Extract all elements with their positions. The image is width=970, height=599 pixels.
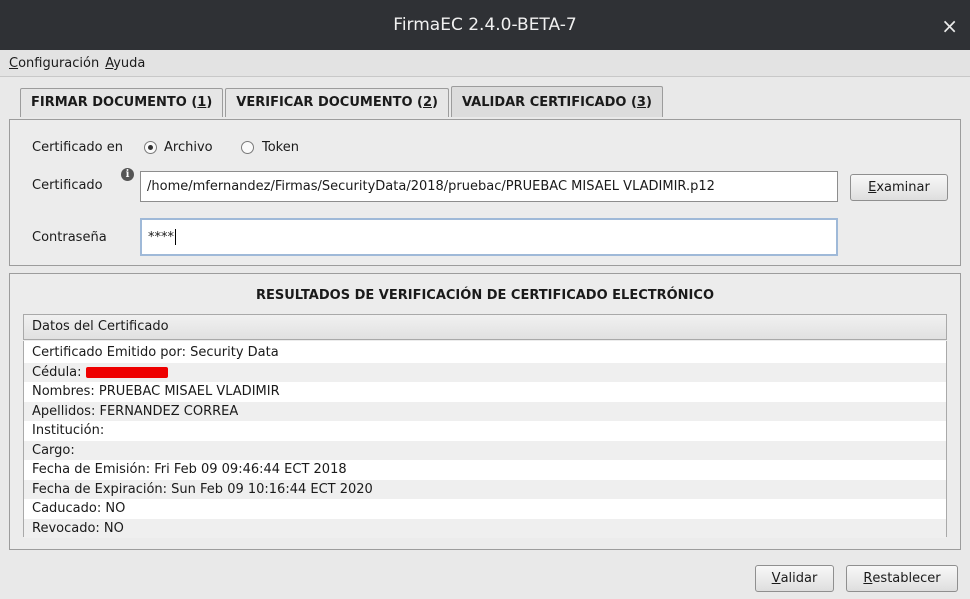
results-title: RESULTADOS DE VERIFICACIÓN DE CERTIFICAD… [256,288,714,303]
tab-validar-certificado[interactable]: VALIDAR CERTIFICADO (3) [450,86,663,117]
tab-verificar-documento[interactable]: VERIFICAR DOCUMENTO (2) [225,88,449,117]
radio-archivo[interactable] [144,141,157,154]
tab-firmar-documento[interactable]: FIRMAR DOCUMENTO (1) [20,88,224,117]
examinar-button[interactable]: Examinar [850,174,948,201]
menu-configuracion[interactable]: Configuración [9,56,99,71]
list-item: Institución: [32,423,105,438]
certificate-path-field[interactable]: /home/mfernandez/Firmas/SecurityData/201… [140,171,838,202]
tab-bar: FIRMAR DOCUMENTO (1) VERIFICAR DOCUMENTO… [20,86,665,118]
radio-token[interactable] [241,141,254,154]
redaction-mark [85,366,168,378]
list-item: Caducado: NO [32,501,126,516]
title-bar: FirmaEC 2.4.0-BETA-7 × [0,0,970,50]
password-field[interactable]: **** [140,218,838,256]
list-header[interactable]: Datos del Certificado [23,314,947,340]
list-item: Certificado Emitido por: Security Data [32,345,279,360]
certificate-label: Certificado [32,178,103,193]
validar-button[interactable]: Validar [755,565,834,592]
list-item: Revocado: NO [24,518,946,538]
window-title: FirmaEC 2.4.0-BETA-7 [393,15,577,35]
text-caret [175,229,176,245]
restablecer-button[interactable]: Restablecer [846,565,958,592]
list-item: Fecha de Expiración: Sun Feb 09 10:16:44… [24,479,946,499]
certificate-data-list[interactable]: Certificado Emitido por: Security Data C… [23,341,947,538]
cert-source-label: Certificado en [32,140,124,155]
password-label: Contraseña [32,230,107,245]
info-icon[interactable]: i [121,168,134,181]
close-icon[interactable]: × [941,14,958,38]
list-item: Nombres: PRUEBAC MISAEL VLADIMIR [32,384,280,399]
menu-bar: Configuración Ayuda [0,50,970,77]
list-item: Fecha de Emisión: Fri Feb 09 09:46:44 EC… [32,462,347,477]
list-item: Cédula: [24,362,946,382]
radio-archivo-label[interactable]: Archivo [164,140,213,155]
radio-token-label[interactable]: Token [262,140,299,155]
menu-ayuda[interactable]: Ayuda [105,56,145,71]
list-item: Apellidos: FERNANDEZ CORREA [24,401,946,421]
list-item: Cargo: [24,440,946,460]
